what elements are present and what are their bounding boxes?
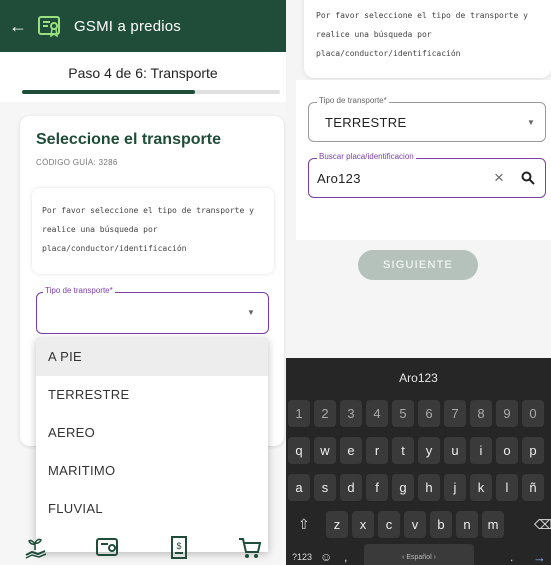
transport-type-value: TERRESTRE: [325, 115, 407, 130]
key-w[interactable]: w: [314, 437, 336, 464]
key-z[interactable]: z: [326, 511, 348, 538]
caret-down-icon: ▼: [247, 308, 255, 317]
next-button[interactable]: SIGUIENTE: [358, 250, 478, 280]
key-b[interactable]: b: [430, 511, 452, 538]
form-panel: Tipo de transporte* TERRESTRE ▼ Buscar p…: [296, 80, 551, 240]
option-fluvial[interactable]: FLUVIAL: [36, 490, 268, 528]
progress-bar: [22, 90, 280, 94]
instruction-line-2: realice una búsqueda por: [316, 30, 432, 39]
search-icon[interactable]: [521, 171, 535, 185]
step-label: Paso 4 de 6: Transporte: [0, 52, 286, 102]
key-5[interactable]: 5: [392, 400, 414, 427]
key-g[interactable]: g: [392, 474, 414, 501]
screenshot-root: ← GSMI a predios Paso 4 de 6: Transporte…: [0, 0, 551, 565]
transport-type-label: Tipo de transporte*: [317, 96, 389, 105]
instruction-card: Por favor seleccione el tipo de transpor…: [304, 0, 551, 78]
option-a-pie[interactable]: A PIE: [36, 338, 268, 376]
card-title: Seleccione el transporte: [36, 131, 221, 148]
key-x[interactable]: x: [352, 511, 374, 538]
key-3[interactable]: 3: [340, 400, 362, 427]
instruction-line-2: realice una búsqueda por: [42, 225, 158, 234]
key-o[interactable]: o: [496, 437, 518, 464]
clear-icon[interactable]: ×: [494, 168, 504, 188]
receipt-icon[interactable]: $: [165, 534, 193, 562]
key-d[interactable]: d: [340, 474, 362, 501]
key-0[interactable]: 0: [522, 400, 544, 427]
backspace-key-icon[interactable]: ⌫: [534, 511, 551, 538]
key-7[interactable]: 7: [444, 400, 466, 427]
app-bar: ← GSMI a predios: [0, 0, 286, 52]
comma-key[interactable]: ,: [344, 544, 347, 565]
key-m[interactable]: m: [482, 511, 504, 538]
keyboard-bottom-row: ⇧ ⌫ zxcvbnm: [286, 511, 551, 541]
option-maritimo[interactable]: MARITIMO: [36, 452, 268, 490]
instruction-line-3: placa/conductor/identificación: [42, 244, 187, 253]
instruction-line-1: Por favor seleccione el tipo de transpor…: [42, 206, 254, 215]
key-e[interactable]: e: [340, 437, 362, 464]
arrow-left-icon[interactable]: ←: [9, 17, 27, 35]
keyboard-suggestion[interactable]: Aro123: [286, 358, 551, 398]
search-value: Aro123: [317, 171, 361, 186]
key-n[interactable]: n: [456, 511, 478, 538]
key-p[interactable]: p: [522, 437, 544, 464]
option-terrestre[interactable]: TERRESTRE: [36, 376, 268, 414]
option-aereo[interactable]: AEREO: [36, 414, 268, 452]
key-u[interactable]: u: [444, 437, 466, 464]
key-a[interactable]: a: [288, 474, 310, 501]
key-1[interactable]: 1: [288, 400, 310, 427]
app-title: GSMI a predios: [74, 17, 182, 35]
key-k[interactable]: k: [470, 474, 492, 501]
keyboard-function-row: ?123 ☺ , ‹ Español › . →: [286, 544, 551, 565]
key-h[interactable]: h: [418, 474, 440, 501]
svg-text:$: $: [176, 541, 181, 551]
key-q[interactable]: q: [288, 437, 310, 464]
keyboard-number-row: 1234567890: [286, 400, 551, 430]
key-8[interactable]: 8: [470, 400, 492, 427]
symbols-key[interactable]: ?123: [292, 544, 312, 565]
key-t[interactable]: t: [392, 437, 414, 464]
key-l[interactable]: l: [496, 474, 518, 501]
on-screen-keyboard: Aro123 1234567890 qwertyuiop asdfghjklñ …: [286, 358, 551, 565]
bottom-nav: $: [0, 530, 286, 565]
keyboard-top-row: qwertyuiop: [286, 437, 551, 467]
guide-code: CÓDIGO GUÍA: 3286: [36, 158, 118, 167]
hand-plant-icon[interactable]: [22, 534, 50, 562]
enter-arrow-icon[interactable]: →: [533, 544, 546, 565]
key-j[interactable]: j: [444, 474, 466, 501]
key-6[interactable]: 6: [418, 400, 440, 427]
key-ñ[interactable]: ñ: [522, 474, 544, 501]
key-s[interactable]: s: [314, 474, 336, 501]
left-phone-screen: ← GSMI a predios Paso 4 de 6: Transporte…: [0, 0, 286, 565]
key-2[interactable]: 2: [314, 400, 336, 427]
instruction-line-3: placa/conductor/identificación: [316, 49, 461, 58]
keyboard-middle-row: asdfghjklñ: [286, 474, 551, 504]
progress-fill: [22, 90, 195, 94]
cart-icon[interactable]: [236, 534, 264, 562]
space-key[interactable]: ‹ Español ›: [364, 544, 474, 565]
certificate-icon: [38, 16, 60, 38]
transport-type-select[interactable]: Tipo de transporte* ▼: [36, 286, 269, 334]
transport-type-select[interactable]: Tipo de transporte* TERRESTRE ▼: [308, 96, 546, 142]
right-phone-screen: Por favor seleccione el tipo de transpor…: [286, 0, 551, 565]
transport-type-label: Tipo de transporte*: [43, 286, 115, 295]
emoji-key-icon[interactable]: ☺: [320, 544, 332, 565]
key-4[interactable]: 4: [366, 400, 388, 427]
key-v[interactable]: v: [404, 511, 426, 538]
key-r[interactable]: r: [366, 437, 388, 464]
search-label: Buscar placa/identificacion: [317, 152, 416, 161]
key-i[interactable]: i: [470, 437, 492, 464]
key-9[interactable]: 9: [496, 400, 518, 427]
certificate-icon[interactable]: [93, 534, 121, 562]
search-field[interactable]: Buscar placa/identificacion Aro123 ×: [308, 152, 546, 198]
key-f[interactable]: f: [366, 474, 388, 501]
key-y[interactable]: y: [418, 437, 440, 464]
period-key[interactable]: .: [510, 544, 513, 565]
instruction-box: Por favor seleccione el tipo de transpor…: [32, 188, 274, 274]
caret-down-icon: ▼: [527, 118, 535, 127]
key-c[interactable]: c: [378, 511, 400, 538]
shift-key-icon[interactable]: ⇧: [298, 511, 310, 538]
instruction-line-1: Por favor seleccione el tipo de transpor…: [316, 11, 528, 20]
transport-dropdown-menu: A PIE TERRESTRE AEREO MARITIMO FLUVIAL: [36, 338, 268, 552]
